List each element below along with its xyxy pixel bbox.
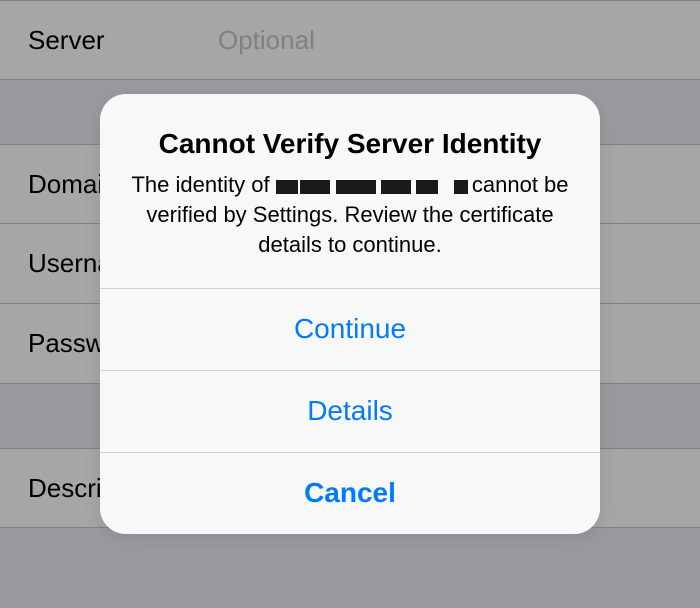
- alert-body-prefix: The identity of: [131, 172, 275, 197]
- redacted-server-name: [276, 176, 466, 198]
- alert-dialog: Cannot Verify Server Identity The identi…: [100, 94, 600, 533]
- alert-title: Cannot Verify Server Identity: [128, 128, 572, 160]
- alert-body: The identity of cannot be verified by Se…: [128, 170, 572, 259]
- alert-header: Cannot Verify Server Identity The identi…: [100, 94, 600, 287]
- cancel-button[interactable]: Cancel: [100, 452, 600, 534]
- continue-button[interactable]: Continue: [100, 288, 600, 370]
- details-button[interactable]: Details: [100, 370, 600, 452]
- modal-overlay: Cannot Verify Server Identity The identi…: [0, 0, 700, 608]
